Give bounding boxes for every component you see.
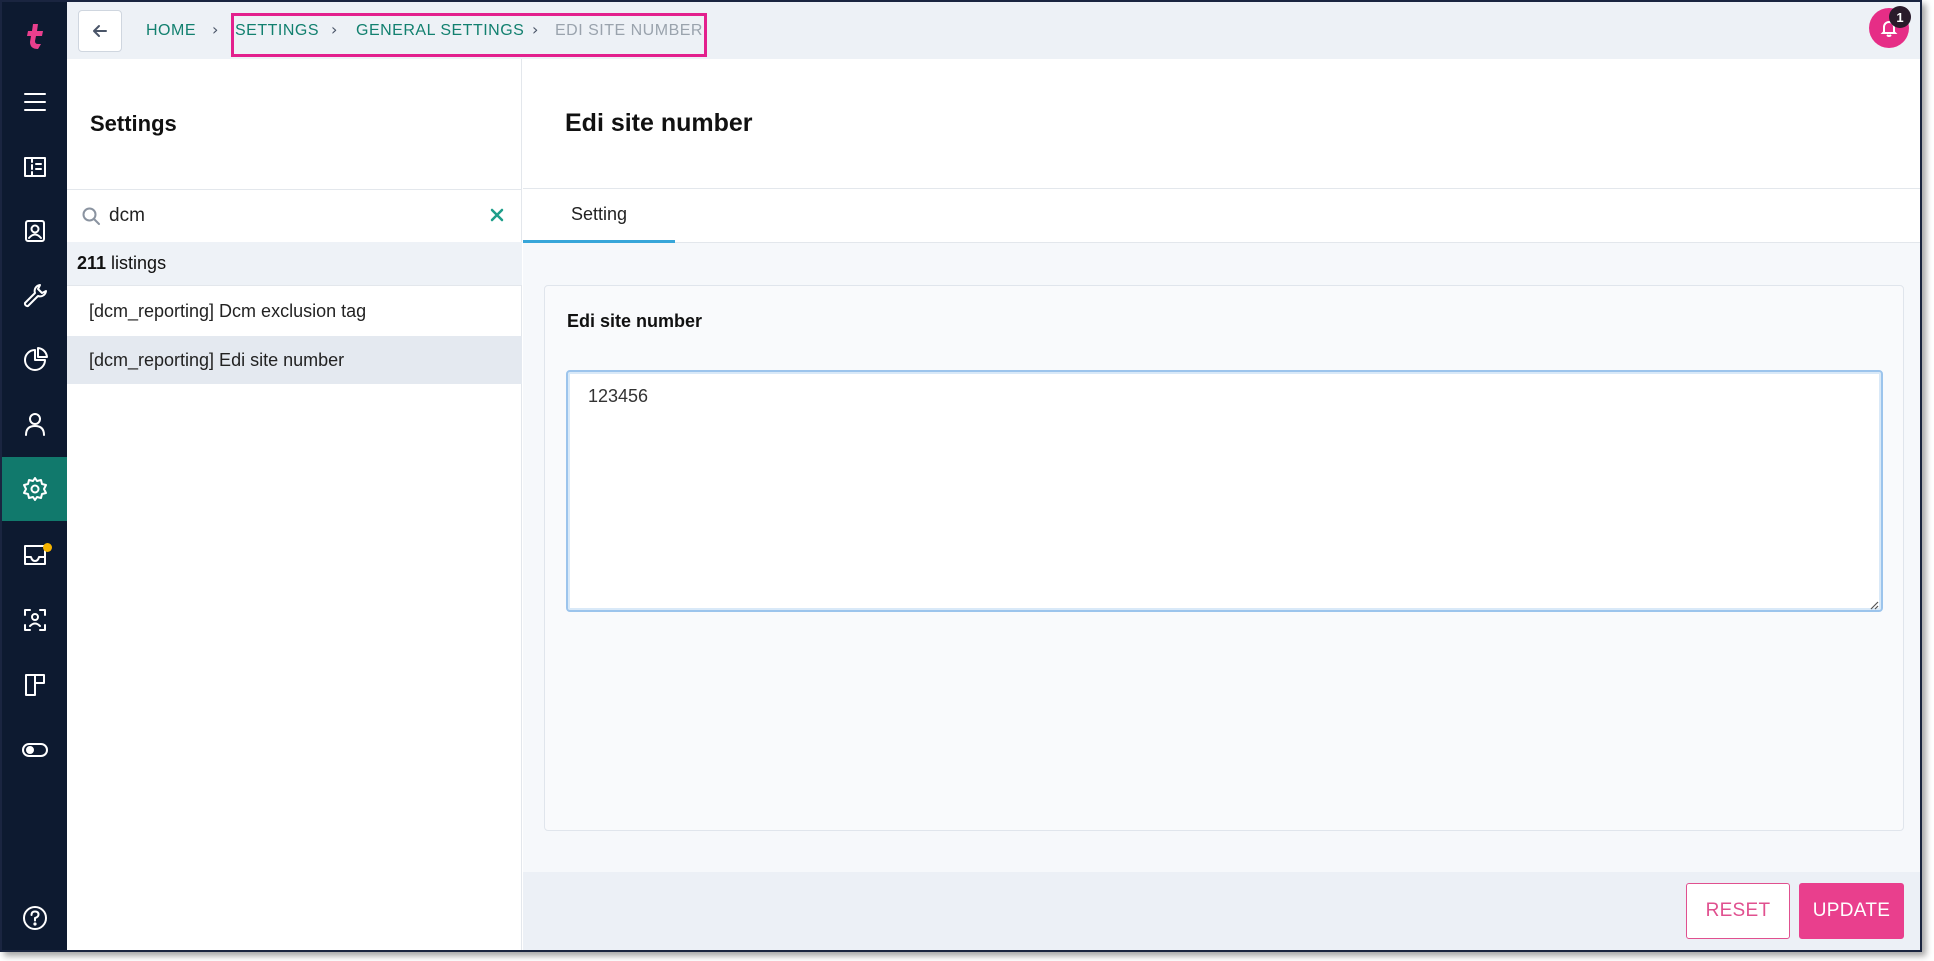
toggle-icon[interactable] [2, 718, 67, 782]
clear-search-icon[interactable] [486, 204, 508, 226]
field-label: Edi site number [567, 311, 703, 331]
pie-chart-icon[interactable] [2, 328, 67, 392]
top-bar: HOME › SETTINGS › GENERAL SETTINGS › EDI… [67, 2, 1920, 59]
edi-site-number-field[interactable]: 123456 [566, 370, 1883, 612]
content-area: Edi site number 123456 [523, 243, 1920, 872]
icon-rail [2, 2, 67, 950]
resize-handle-icon[interactable] [1869, 600, 1879, 610]
chevron-right-icon: › [212, 20, 219, 39]
settings-panel-title: Settings [90, 111, 177, 136]
notification-count-badge: 1 [1889, 6, 1911, 28]
breadcrumb-highlight-box [231, 13, 707, 57]
search-bar [67, 189, 522, 241]
app-window: HOME › SETTINGS › GENERAL SETTINGS › EDI… [0, 0, 1922, 952]
settings-list-panel: Settings 211 listings [dcm_reporting] Dc… [67, 59, 522, 950]
notifications-button[interactable]: 1 [1869, 6, 1911, 48]
logo-icon[interactable] [2, 4, 67, 68]
contact-card-icon[interactable] [2, 199, 67, 263]
search-input[interactable] [109, 202, 459, 230]
user-icon[interactable] [2, 392, 67, 456]
gear-icon[interactable] [2, 457, 67, 521]
page-title: Edi site number [565, 109, 753, 137]
back-button[interactable] [78, 10, 122, 52]
listing-count-number: 211 [77, 253, 107, 273]
search-icon [81, 206, 101, 226]
help-icon[interactable] [2, 886, 67, 950]
reset-button[interactable]: RESET [1686, 883, 1790, 939]
list-item-dcm-exclusion-tag[interactable]: [dcm_reporting] Dcm exclusion tag [67, 287, 522, 335]
arrow-left-icon [93, 25, 107, 37]
listing-count: 211 listings [67, 242, 522, 286]
action-footer: RESET UPDATE [523, 872, 1920, 950]
wrench-icon[interactable] [2, 264, 67, 328]
listing-count-label: listings [111, 253, 167, 273]
face-scan-icon[interactable] [2, 588, 67, 652]
ticket-icon[interactable] [2, 135, 67, 199]
tab-bar: Setting [523, 188, 1920, 244]
unread-dot [43, 543, 52, 552]
list-item-edi-site-number[interactable]: [dcm_reporting] Edi site number [67, 336, 522, 384]
board-icon[interactable] [2, 653, 67, 717]
setting-detail: Edi site number Setting Edi site number … [523, 59, 1920, 950]
setting-card: Edi site number 123456 [544, 285, 1904, 831]
menu-icon[interactable] [2, 70, 67, 134]
inbox-icon[interactable] [2, 523, 67, 587]
tab-setting[interactable]: Setting [523, 189, 675, 244]
breadcrumb-home[interactable]: HOME [146, 22, 196, 40]
update-button[interactable]: UPDATE [1799, 883, 1904, 939]
